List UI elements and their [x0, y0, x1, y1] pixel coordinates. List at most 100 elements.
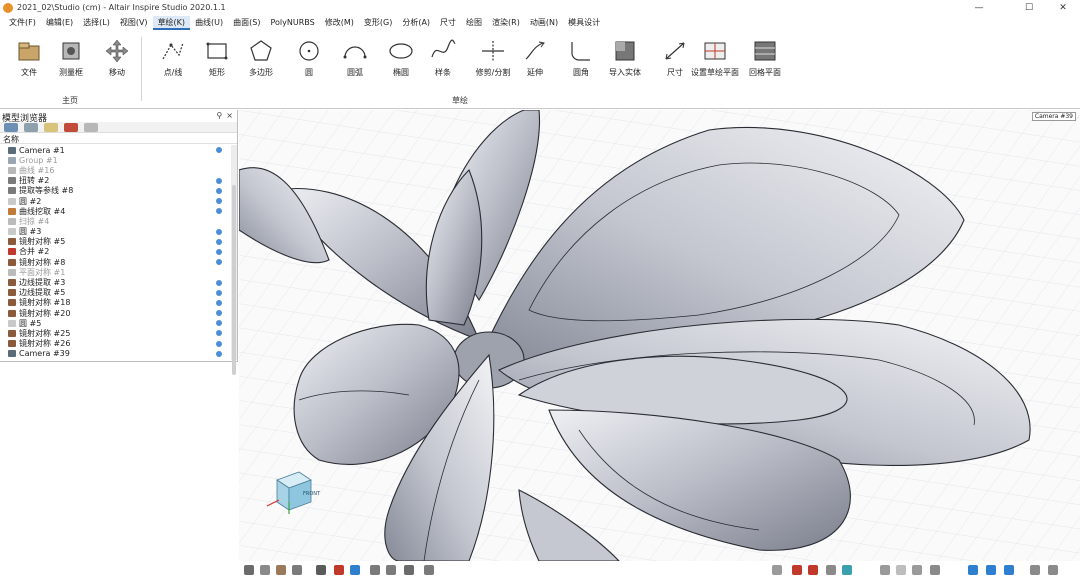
menu-item[interactable]: 编辑(E) — [41, 16, 78, 30]
ribbon-tool-circle-button[interactable]: 圆 — [284, 37, 334, 89]
menu-item[interactable]: 曲面(S) — [228, 16, 265, 30]
menu-item[interactable]: 模具设计 — [563, 16, 605, 30]
tree-item[interactable]: 扭转 #2 — [0, 176, 230, 186]
record-icon[interactable] — [792, 565, 802, 575]
ribbon-tool-point-line-button[interactable]: 点/线 — [148, 37, 198, 89]
visibility-toggle-icon[interactable] — [216, 330, 222, 337]
minimize-button[interactable]: — — [964, 0, 994, 15]
ribbon-tool-extend-button[interactable]: 延伸 — [510, 37, 560, 89]
menu-item[interactable]: 视图(V) — [115, 16, 153, 30]
tree-item[interactable]: 边线提取 #3 — [0, 277, 230, 287]
menu-item[interactable]: 变形(G) — [359, 16, 397, 30]
select-icon[interactable] — [896, 565, 906, 575]
tree-item[interactable]: 镜射对称 #26 — [0, 339, 230, 349]
environment-icon[interactable] — [404, 565, 414, 575]
viewport-canvas[interactable]: FRONT — [239, 110, 1080, 561]
ribbon-tool-spline-button[interactable]: 样条 — [418, 37, 468, 89]
visibility-toggle-icon[interactable] — [216, 289, 222, 296]
tree-item[interactable]: 扫掠 #4 — [0, 216, 230, 226]
shading-mode-icon[interactable] — [244, 565, 254, 575]
menu-item[interactable]: 绘图 — [461, 16, 487, 30]
history-icon[interactable] — [912, 565, 922, 575]
tab-cameras[interactable] — [84, 122, 98, 132]
light-icon[interactable] — [386, 565, 396, 575]
grid-toggle-icon[interactable] — [350, 565, 360, 575]
menu-item[interactable]: 选择(L) — [78, 16, 115, 30]
menu-item[interactable]: 修改(M) — [320, 16, 359, 30]
tree-scrollbar[interactable] — [231, 145, 237, 375]
visibility-toggle-icon[interactable] — [216, 340, 222, 347]
tab-model-tree[interactable] — [4, 122, 18, 132]
tree-item[interactable]: 圆 #2 — [0, 196, 230, 206]
snap-icon[interactable] — [370, 565, 380, 575]
visibility-toggle-icon[interactable] — [216, 228, 222, 235]
menu-item[interactable]: 动画(N) — [525, 16, 563, 30]
ribbon-tool-set-sketch-plane-button[interactable]: 设置草绘平面 — [690, 37, 740, 89]
visibility-toggle-icon[interactable] — [216, 187, 222, 194]
tree-item[interactable]: 合并 #2 — [0, 247, 230, 257]
visibility-toggle-icon[interactable] — [216, 147, 222, 154]
visibility-toggle-icon[interactable] — [216, 259, 222, 266]
layer-icon[interactable] — [826, 565, 836, 575]
tab-lights[interactable] — [44, 122, 58, 132]
pin-icon[interactable]: ⚲ — [216, 111, 222, 120]
ribbon-tool-arc-button[interactable]: 圆弧 — [330, 37, 380, 89]
3d-viewport[interactable]: FRONT Camera #39 — [239, 110, 1080, 561]
menu-item[interactable]: 草绘(K) — [152, 16, 191, 30]
visibility-toggle-icon[interactable] — [216, 248, 222, 255]
visibility-toggle-icon[interactable] — [216, 208, 222, 215]
menu-item[interactable]: 文件(F) — [4, 16, 41, 30]
tree-item[interactable]: 圆 #5 — [0, 318, 230, 328]
layout-quad-icon[interactable] — [1004, 565, 1014, 575]
tree-item[interactable]: 平面对称 #1 — [0, 267, 230, 277]
tab-layers[interactable] — [24, 122, 38, 132]
visibility-toggle-icon[interactable] — [216, 350, 222, 357]
visibility-toggle-icon[interactable] — [216, 320, 222, 327]
tree-item[interactable]: 镜射对称 #8 — [0, 257, 230, 267]
close-panel-icon[interactable]: × — [226, 111, 233, 120]
tab-materials[interactable] — [64, 122, 78, 132]
visibility-toggle-icon[interactable] — [216, 299, 222, 306]
visibility-toggle-icon[interactable] — [216, 238, 222, 245]
tree-scrollbar-thumb[interactable] — [232, 185, 236, 375]
tree-item[interactable]: 镜射对称 #25 — [0, 328, 230, 338]
wireframe-icon[interactable] — [260, 565, 270, 575]
tree-item[interactable]: Group #1 — [0, 155, 230, 165]
layout-split-icon[interactable] — [986, 565, 996, 575]
filter-icon[interactable] — [880, 565, 890, 575]
menu-item[interactable]: 尺寸 — [435, 16, 461, 30]
tree-item[interactable]: Camera #1 — [0, 145, 230, 155]
tree-item[interactable]: 圆 #3 — [0, 227, 230, 237]
menu-item[interactable]: 曲线(U) — [190, 16, 228, 30]
ribbon-tool-polygon-button[interactable]: 多边形 — [236, 37, 286, 89]
layout-single-icon[interactable] — [968, 565, 978, 575]
tree-item[interactable]: 镜射对称 #18 — [0, 298, 230, 308]
material-ball-icon[interactable] — [334, 565, 344, 575]
tree-item[interactable]: Camera #39 — [0, 349, 230, 359]
tree-item[interactable]: 提取等参线 #8 — [0, 186, 230, 196]
visibility-icon[interactable] — [424, 565, 434, 575]
tree-item[interactable]: 曲线挖取 #4 — [0, 206, 230, 216]
camera-view-icon[interactable] — [316, 565, 326, 575]
menu-item[interactable]: 渲染(R) — [487, 16, 525, 30]
close-button[interactable]: ✕ — [1048, 0, 1078, 15]
ribbon-tool-measure-box-button[interactable]: 测量框 — [46, 37, 96, 89]
maximize-button[interactable]: ☐ — [1014, 0, 1044, 15]
textured-icon[interactable] — [276, 565, 286, 575]
tree-item[interactable]: 镜射对称 #5 — [0, 237, 230, 247]
ribbon-tool-grid-plane-button[interactable]: 回格平面 — [740, 37, 790, 89]
menu-item[interactable]: 分析(A) — [397, 16, 435, 30]
flag-icon[interactable] — [808, 565, 818, 575]
tree-item[interactable]: 镜射对称 #20 — [0, 308, 230, 318]
menu-item[interactable]: PolyNURBS — [266, 16, 320, 30]
ribbon-tool-move-button[interactable]: 移动 — [92, 37, 142, 89]
visibility-toggle-icon[interactable] — [216, 310, 222, 317]
render-settings-icon[interactable] — [772, 565, 782, 575]
material-icon[interactable] — [842, 565, 852, 575]
fullscreen-icon[interactable] — [1048, 565, 1058, 575]
visibility-toggle-icon[interactable] — [216, 177, 222, 184]
tree-item[interactable]: 边线提取 #5 — [0, 288, 230, 298]
window-mode-icon[interactable] — [1030, 565, 1040, 575]
tree-item[interactable]: 曲线 #16 — [0, 165, 230, 175]
ribbon-tool-import-solid-button[interactable]: 导入实体 — [600, 37, 650, 89]
